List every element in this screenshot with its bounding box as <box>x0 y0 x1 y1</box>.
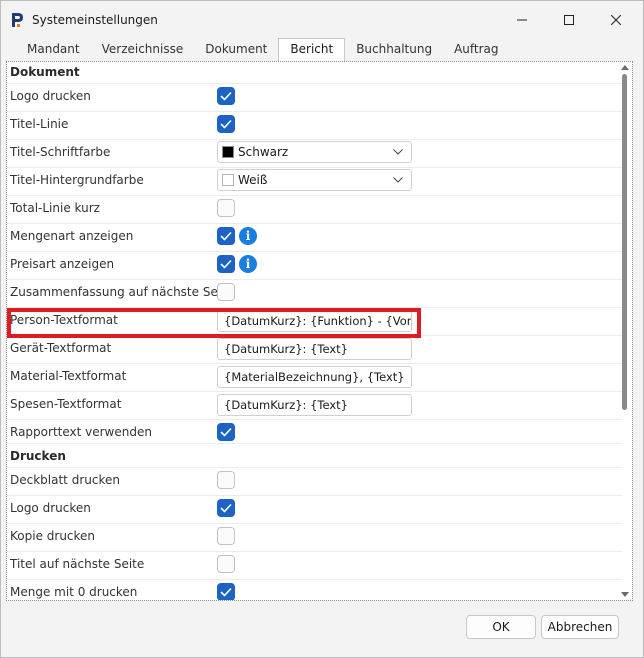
row-label: Deckblatt drucken <box>10 473 120 487</box>
settings-panel: Dokument Logo drucken Titel-Linie Titel-… <box>6 61 633 601</box>
minimize-button[interactable] <box>499 1 545 39</box>
checkmark-icon <box>220 259 232 269</box>
tab-bericht[interactable]: Bericht <box>278 38 346 61</box>
settings-window: Systemeinstellungen Mandant Verzeichniss… <box>0 0 644 658</box>
row-divider <box>7 467 622 468</box>
kopie-drucken-checkbox[interactable] <box>217 527 235 545</box>
preisart-anzeigen-checkbox[interactable] <box>217 255 235 273</box>
titel-schriftfarbe-select[interactable]: Schwarz <box>217 141 412 163</box>
row-label: Titel-Linie <box>10 117 69 131</box>
row-label: Gerät-Textformat <box>10 341 112 355</box>
info-icon[interactable]: i <box>239 227 257 245</box>
row-label: Rapporttext verwenden <box>10 425 152 439</box>
row-divider <box>7 83 622 84</box>
row-divider <box>7 363 622 364</box>
close-button[interactable] <box>593 1 639 39</box>
checkmark-icon <box>220 503 232 513</box>
checkmark-icon <box>220 231 232 241</box>
row-divider <box>7 139 622 140</box>
color-swatch <box>222 146 234 158</box>
maximize-button[interactable] <box>546 1 592 39</box>
row-divider <box>7 251 622 252</box>
row-divider <box>7 523 622 524</box>
spesen-textformat-input[interactable] <box>218 395 411 415</box>
title-bar: Systemeinstellungen <box>1 1 643 39</box>
row-label: Material-Textformat <box>10 369 127 383</box>
row-divider <box>7 579 622 580</box>
row-divider <box>7 195 622 196</box>
vertical-scrollbar[interactable] <box>620 64 630 598</box>
zusammenfassung-checkbox[interactable] <box>217 283 235 301</box>
row-label: Titel-Schriftfarbe <box>10 145 111 159</box>
row-divider <box>7 495 622 496</box>
checkmark-icon <box>220 119 232 129</box>
row-label: Logo drucken <box>10 89 91 103</box>
select-value: Weiß <box>238 173 268 187</box>
info-icon[interactable]: i <box>239 255 257 273</box>
tab-auftrag[interactable]: Auftrag <box>443 39 509 60</box>
row-label: Zusammenfassung auf nächste Seite <box>10 285 234 299</box>
tab-mandant[interactable]: Mandant <box>16 39 91 60</box>
window-title: Systemeinstellungen <box>32 13 158 27</box>
checkmark-icon <box>220 587 232 597</box>
tab-buchhaltung[interactable]: Buchhaltung <box>345 39 443 60</box>
checkmark-icon <box>220 427 232 437</box>
cancel-button[interactable]: Abbrechen <box>541 615 619 639</box>
row-label: Titel auf nächste Seite <box>10 557 145 571</box>
titel-hintergrundfarbe-select[interactable]: Weiß <box>217 169 412 191</box>
chevron-down-icon <box>393 149 403 155</box>
spesen-textformat-field[interactable] <box>217 394 412 416</box>
row-divider <box>7 391 622 392</box>
row-divider <box>7 223 622 224</box>
color-swatch <box>222 174 234 186</box>
mengenart-anzeigen-checkbox[interactable] <box>217 227 235 245</box>
row-label: Titel-Hintergrundfarbe <box>10 173 144 187</box>
section-dokument: Dokument <box>10 65 80 79</box>
tab-bar: Mandant Verzeichnisse Dokument Bericht B… <box>16 38 510 61</box>
highlight-annotation <box>7 308 421 338</box>
minimize-icon <box>517 19 527 21</box>
rapporttext-verwenden-checkbox[interactable] <box>217 423 235 441</box>
row-divider <box>7 551 622 552</box>
tab-verzeichnisse[interactable]: Verzeichnisse <box>91 39 195 60</box>
tab-dokument[interactable]: Dokument <box>194 39 278 60</box>
row-label: Spesen-Textformat <box>10 397 122 411</box>
deckblatt-drucken-checkbox[interactable] <box>217 471 235 489</box>
scroll-up-icon[interactable] <box>621 64 629 70</box>
logo-drucken-print-checkbox[interactable] <box>217 499 235 517</box>
row-label: Mengenart anzeigen <box>10 229 134 243</box>
row-divider <box>7 279 622 280</box>
geraet-textformat-field[interactable] <box>217 338 412 360</box>
row-label: Kopie drucken <box>10 529 96 543</box>
titel-naechste-seite-checkbox[interactable] <box>217 555 235 573</box>
row-label: Total-Linie kurz <box>10 201 100 215</box>
row-divider <box>7 167 622 168</box>
section-drucken: Drucken <box>10 449 66 463</box>
logo-drucken-checkbox[interactable] <box>217 87 235 105</box>
row-divider <box>7 443 622 444</box>
row-divider <box>7 111 622 112</box>
total-linie-kurz-checkbox[interactable] <box>217 199 235 217</box>
close-icon <box>611 15 621 25</box>
menge-mit-0-checkbox[interactable] <box>217 583 235 600</box>
material-textformat-field[interactable] <box>217 366 412 388</box>
scroll-down-icon[interactable] <box>621 592 629 598</box>
ok-button[interactable]: OK <box>466 615 536 639</box>
scrollbar-thumb[interactable] <box>622 74 627 410</box>
row-label: Logo drucken <box>10 501 91 515</box>
material-textformat-input[interactable] <box>218 367 411 387</box>
geraet-textformat-input[interactable] <box>218 339 411 359</box>
checkmark-icon <box>220 91 232 101</box>
select-value: Schwarz <box>238 145 289 159</box>
maximize-icon <box>564 15 574 25</box>
row-divider <box>7 419 622 420</box>
app-logo-icon <box>12 13 23 27</box>
row-label: Preisart anzeigen <box>10 257 115 271</box>
titel-linie-checkbox[interactable] <box>217 115 235 133</box>
row-label: Menge mit 0 drucken <box>10 585 138 599</box>
chevron-down-icon <box>393 177 403 183</box>
